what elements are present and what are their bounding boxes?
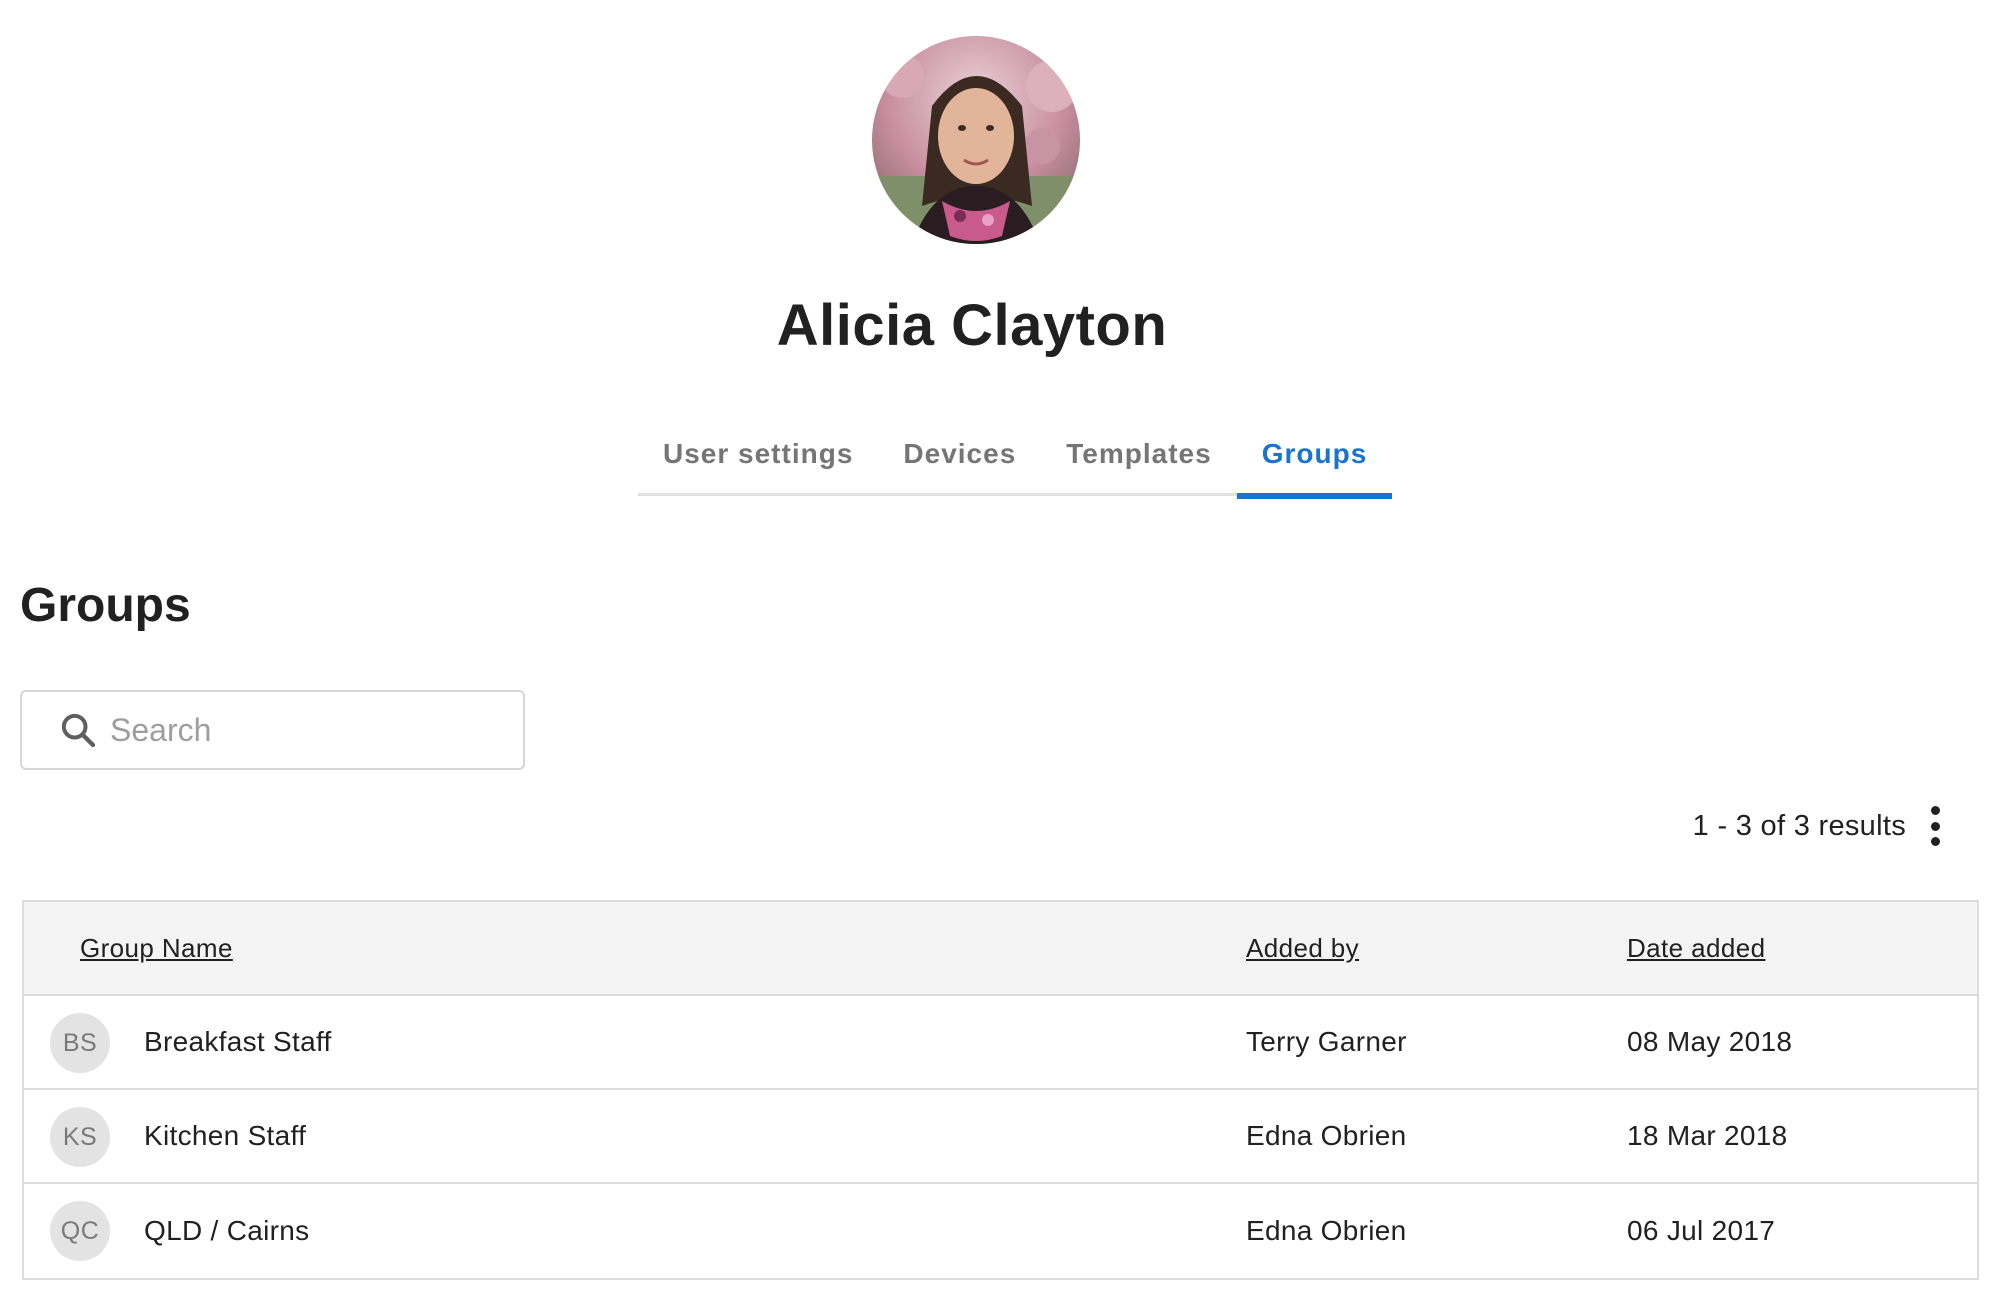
- group-initials-avatar: BS: [50, 1013, 110, 1073]
- table-header: Group Name Added by Date added: [24, 902, 1977, 996]
- group-initials-avatar: QC: [50, 1201, 110, 1261]
- table-row[interactable]: QC QLD / Cairns Edna Obrien 06 Jul 2017: [24, 1184, 1977, 1278]
- added-by: Edna Obrien: [1246, 1120, 1407, 1151]
- group-name: Breakfast Staff: [144, 1026, 332, 1057]
- column-header-date-added[interactable]: Date added: [1627, 933, 1765, 964]
- added-by: Terry Garner: [1246, 1026, 1407, 1057]
- group-name: Kitchen Staff: [144, 1120, 307, 1151]
- tab-groups[interactable]: Groups: [1236, 420, 1393, 499]
- group-name: QLD / Cairns: [144, 1215, 310, 1246]
- added-by: Edna Obrien: [1246, 1215, 1407, 1246]
- more-vertical-icon[interactable]: [1928, 806, 1942, 846]
- profile-name: Alicia Clayton: [776, 293, 1168, 358]
- results-bar: 1 - 3 of 3 results: [1693, 806, 1942, 846]
- date-added: 18 Mar 2018: [1627, 1120, 1788, 1151]
- date-added: 08 May 2018: [1627, 1026, 1793, 1057]
- results-count: 1 - 3 of 3 results: [1692, 809, 1906, 842]
- avatar-photo: [872, 36, 1080, 244]
- avatar: [872, 36, 1080, 244]
- tab-devices[interactable]: Devices: [878, 420, 1041, 496]
- section-title: Groups: [20, 579, 191, 632]
- column-header-group-name[interactable]: Group Name: [80, 933, 233, 964]
- tab-templates[interactable]: Templates: [1041, 420, 1236, 496]
- search-icon: [61, 713, 96, 748]
- group-initials-avatar: KS: [50, 1107, 110, 1167]
- tab-user-settings[interactable]: User settings: [638, 420, 878, 496]
- column-header-added-by[interactable]: Added by: [1246, 933, 1359, 964]
- groups-table: Group Name Added by Date added BS Breakf…: [22, 900, 1979, 1280]
- profile-tabs: User settings Devices Templates Groups: [638, 420, 1392, 499]
- search-input[interactable]: [110, 711, 490, 749]
- user-profile-page: Alicia Clayton User settings Devices Tem…: [0, 0, 1992, 1296]
- table-row[interactable]: KS Kitchen Staff Edna Obrien 18 Mar 2018: [24, 1090, 1977, 1184]
- search-box: [20, 690, 525, 770]
- date-added: 06 Jul 2017: [1627, 1215, 1776, 1246]
- table-row[interactable]: BS Breakfast Staff Terry Garner 08 May 2…: [24, 996, 1977, 1090]
